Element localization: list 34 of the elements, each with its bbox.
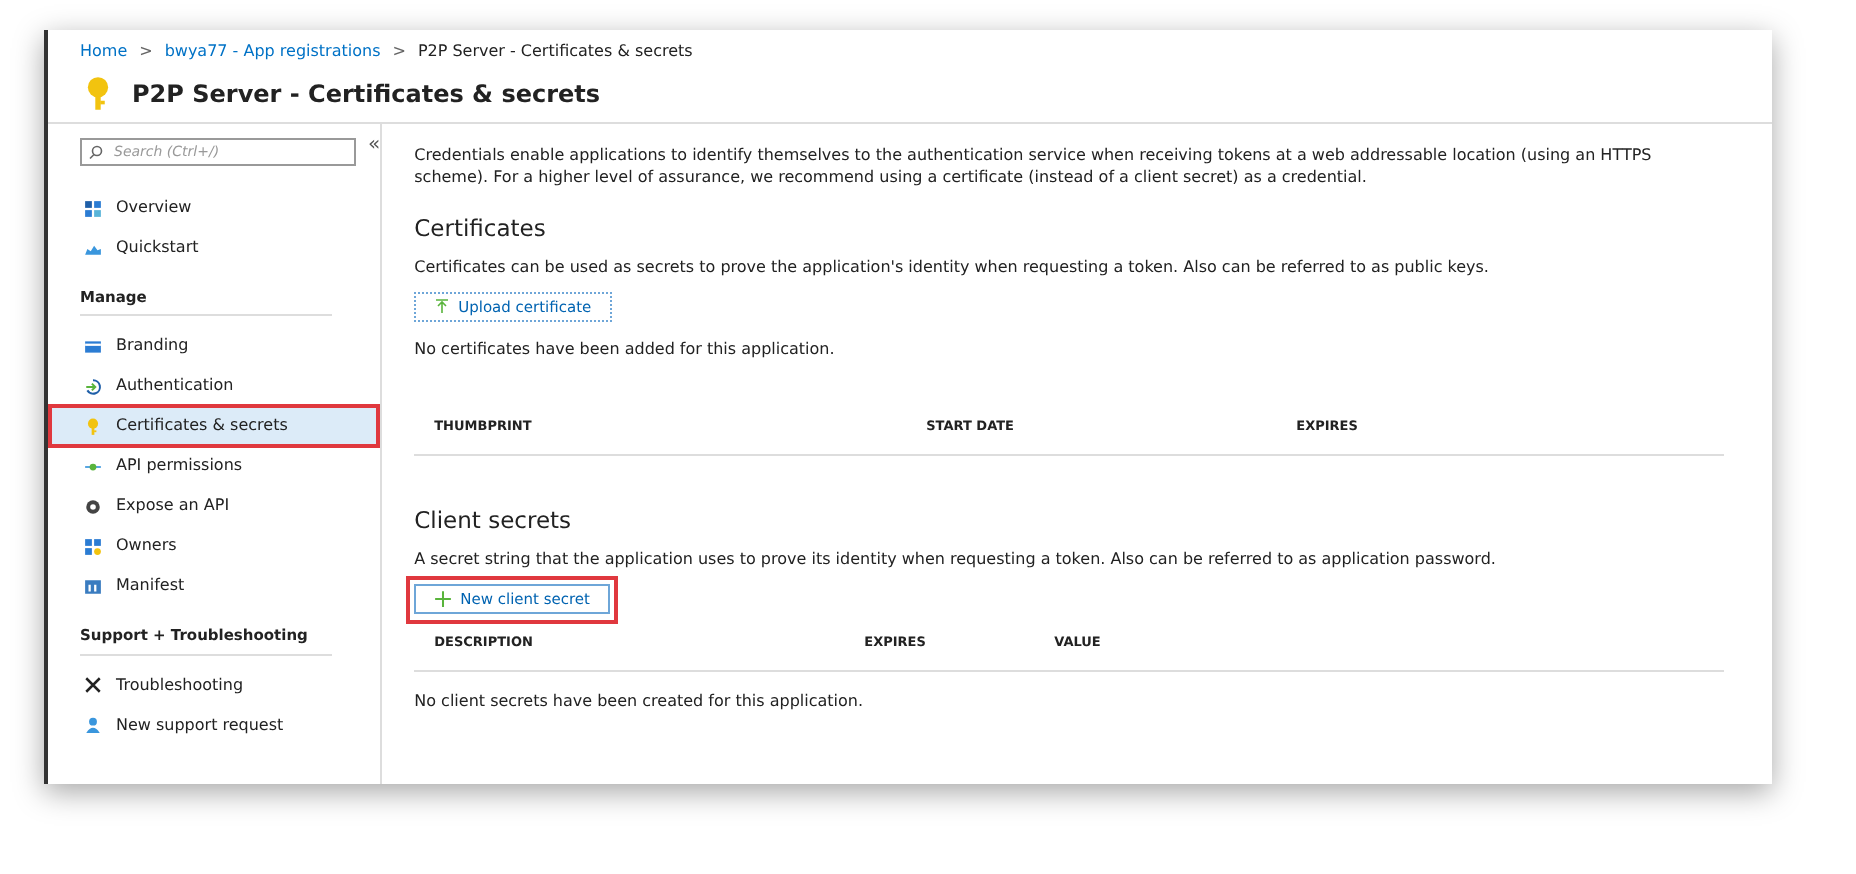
sidebar-item[interactable]: New support request	[52, 707, 377, 743]
sidebar-item[interactable]: Expose an API	[52, 488, 377, 525]
sidebar-item[interactable]: API permissions	[52, 448, 377, 485]
key-icon	[84, 417, 102, 436]
section-title: Certificates	[414, 216, 548, 244]
sidebar-item[interactable]: Quickstart	[52, 230, 377, 266]
grid-icon	[84, 199, 102, 217]
sidebar-item[interactable]: Owners	[52, 528, 377, 565]
sidebar-item[interactable]: Troubleshooting	[52, 667, 377, 703]
section-title: Client secrets	[414, 508, 574, 536]
search-icon	[88, 144, 104, 160]
breadcrumb-separator: >	[139, 40, 153, 64]
sidebar-item[interactable]: Branding	[52, 328, 377, 365]
plus-icon	[434, 589, 453, 608]
section-description: A secret string that the application uses to prove its identity when requesting a token. Also can be referred to as application password.	[414, 547, 1498, 572]
sidebar-item[interactable]: Overview	[52, 190, 377, 226]
card-icon	[84, 337, 102, 356]
collapse-button[interactable]: «	[368, 138, 381, 154]
sidebar-item[interactable]: Manifest	[52, 568, 377, 605]
person-icon	[84, 716, 102, 734]
breadcrumb-separator: >	[392, 40, 406, 64]
intro-paragraph: Credentials enable applications to identify themselves to the authentication service when receiving tokens at a web addressable location (using an HTTPS scheme). For a higher level of assurance, we recommend using a certificate (instead of a client secret) as a credential.	[414, 144, 1654, 188]
empty-message: No client secrets have been created for this application.	[414, 689, 866, 714]
breadcrumb-link[interactable]: Home	[80, 40, 128, 64]
section-description: Certificates can be used as secrets to prove the application's identity when requesting a token. Also can be referred to as public keys.	[414, 255, 1491, 280]
empty-message: No certificates have been added for this application.	[414, 338, 837, 363]
sidebar-item[interactable]: Certificates & secrets	[52, 408, 377, 445]
document-icon	[84, 577, 102, 596]
page-title: P2P Server - Certificates & secrets	[132, 78, 601, 112]
breadcrumb-current: P2P Server - Certificates & secrets	[417, 40, 693, 64]
sidebar-item[interactable]: Authentication	[52, 368, 377, 405]
sign-in-icon	[84, 377, 102, 396]
breadcrumb-link[interactable]: bwya77 - App registrations	[164, 40, 381, 64]
upload-icon	[434, 298, 451, 315]
